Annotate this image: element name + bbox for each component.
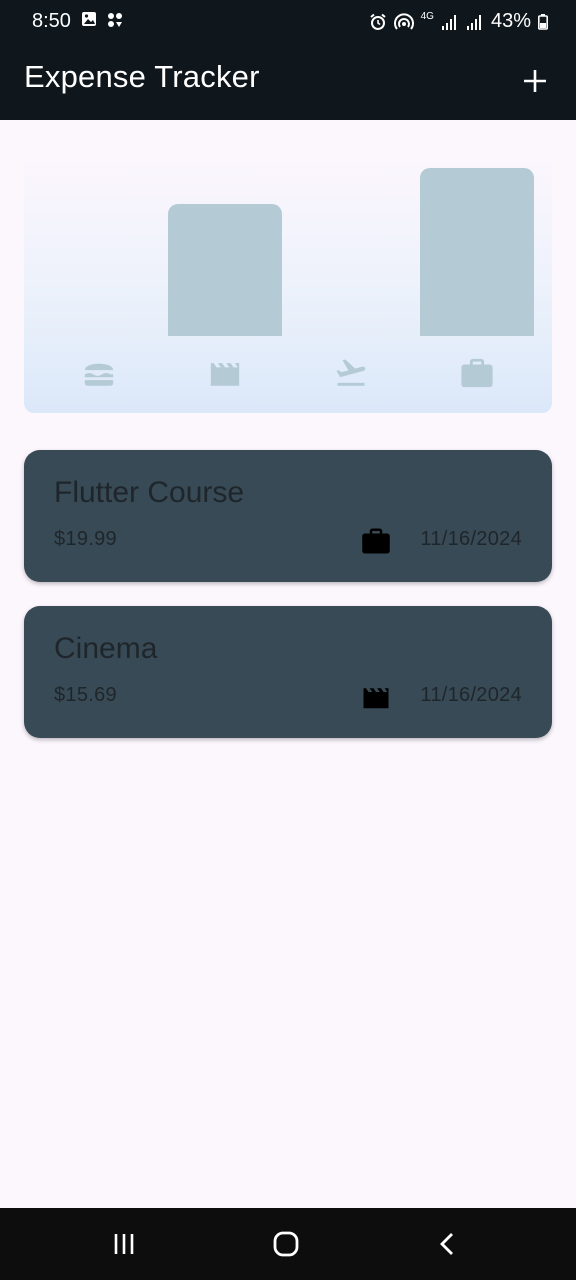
signal-icon (441, 14, 456, 30)
status-bar: 8:50 4G 43% (0, 0, 576, 42)
expense-chart (24, 156, 552, 413)
hotspot-icon (393, 12, 414, 30)
network-type-label: 4G (420, 10, 434, 22)
chart-bar-leisure (168, 204, 282, 336)
status-time: 8:50 (32, 10, 71, 32)
briefcase-icon (460, 356, 494, 390)
briefcase-icon (360, 526, 392, 556)
plus-icon (524, 70, 546, 92)
app-bar: Expense Tracker (0, 42, 576, 120)
back-button[interactable] (428, 1226, 468, 1262)
battery-percent: 43% (490, 10, 531, 32)
clapperboard-icon (208, 356, 242, 390)
expense-title: Flutter Course (54, 476, 245, 509)
expense-amount: $15.69 (54, 684, 117, 706)
add-expense-button[interactable] (514, 60, 556, 102)
home-icon (273, 1231, 299, 1257)
expense-item[interactable]: Flutter Course $19.99 11/16/2024 (24, 450, 552, 582)
expense-title: Cinema (54, 632, 158, 665)
expense-item[interactable]: Cinema $15.69 11/16/2024 (24, 606, 552, 738)
expense-date: 11/16/2024 (420, 528, 522, 550)
system-nav-bar (0, 1208, 576, 1280)
battery-icon (538, 13, 548, 30)
hamburger-icon (82, 356, 116, 390)
alarm-icon (369, 13, 386, 30)
recent-apps-icon (114, 1234, 134, 1254)
app-notification-icon (108, 13, 122, 27)
back-icon (440, 1233, 453, 1255)
gallery-notification-icon (82, 12, 96, 26)
chart-bar-work (420, 168, 534, 336)
home-button[interactable] (266, 1226, 306, 1262)
app-title: Expense Tracker (24, 59, 260, 94)
expense-date: 11/16/2024 (420, 684, 522, 706)
clapperboard-icon (360, 682, 392, 712)
recent-apps-button[interactable] (104, 1226, 144, 1262)
expense-amount: $19.99 (54, 528, 117, 550)
airplane-takeoff-icon (334, 356, 368, 390)
signal-2-icon (466, 14, 481, 30)
